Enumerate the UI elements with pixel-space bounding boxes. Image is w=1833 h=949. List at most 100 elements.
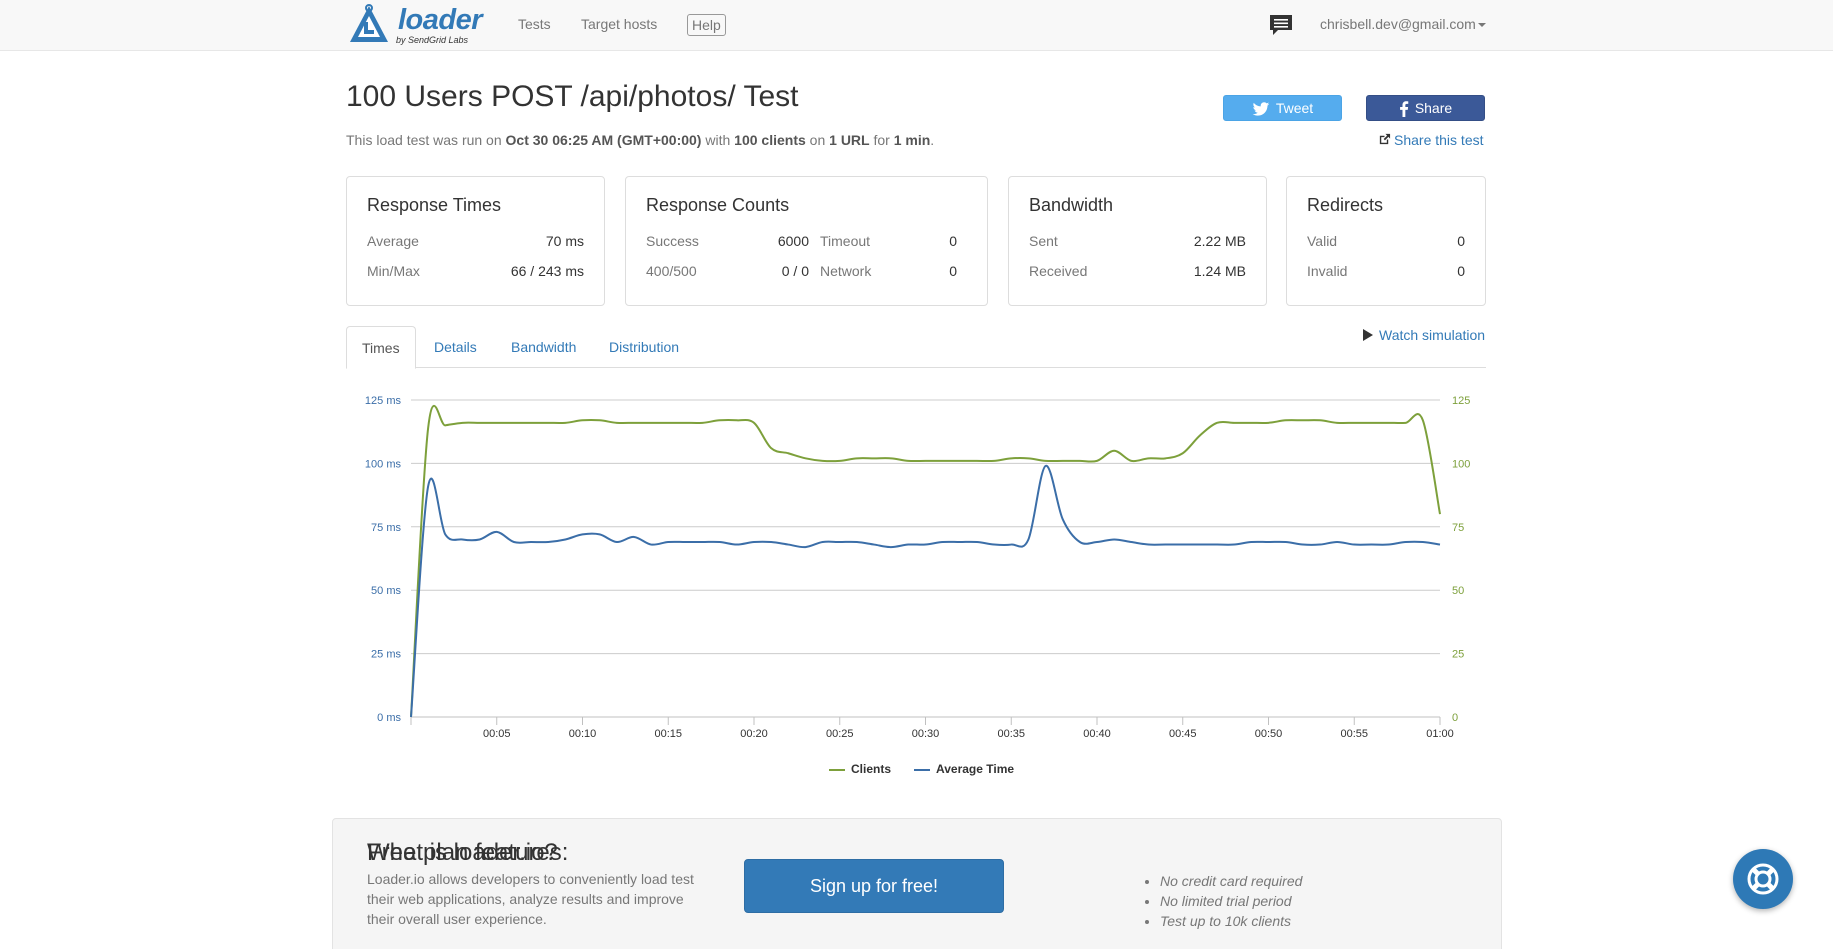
loader-logo-icon [350,4,388,42]
tweet-button[interactable]: Tweet [1223,95,1342,121]
legend-clients-label: Clients [851,762,892,776]
invalid-value: 0 [1457,263,1465,279]
tab-times[interactable]: Times [346,326,416,369]
user-menu[interactable]: chrisbell.dev@gmail.com [1320,16,1486,32]
tab-details[interactable]: Details [419,326,492,368]
valid-label: Valid [1307,233,1338,249]
run-end: . [930,132,935,148]
series-line-clients [410,404,1441,718]
error-label: 400/500 [646,263,697,279]
chart-tabs: Times Details Bandwidth Distribution [346,326,1486,369]
nav-help[interactable]: Help [687,14,726,36]
share-this-test-link[interactable]: Share this test [1378,132,1484,148]
response-counts-panel: Response Counts Success 6000 Timeout 0 4… [625,176,988,306]
promo-text: Loader.io allows developers to convenien… [367,871,694,927]
average-value: 70 ms [545,233,584,249]
legend-swatch-average-time [914,768,930,771]
y-left-tick-label: 100 ms [365,458,402,470]
x-tick-label: 00:10 [569,728,597,740]
y-left-tick-label: 75 ms [371,522,401,534]
run-for: for [869,132,894,148]
legend-clients[interactable]: Clients [829,762,891,776]
logo-subtitle: by SendGrid Labs [396,35,469,45]
invalid-label: Invalid [1307,263,1348,279]
play-icon [1363,329,1373,342]
minmax-label: Min/Max [367,263,420,279]
run-with: with [701,132,735,148]
run-info: This load test was run on Oct 30 06:25 A… [346,132,934,148]
y-right-tick-label: 50 [1452,585,1464,597]
error-value: 0 / 0 [781,263,809,279]
network-label: Network [820,263,872,279]
y-left-tick-label: 125 ms [365,395,402,407]
watch-simulation-label: Watch simulation [1379,327,1486,343]
x-tick-label: 00:30 [912,728,940,740]
x-tick-label: 00:15 [654,728,682,740]
network-value: 0 [949,263,957,279]
share-label: Share [1414,100,1453,116]
timeout-label: Timeout [820,233,871,249]
run-duration: 1 min [893,132,931,148]
x-tick-label: 00:45 [1169,728,1197,740]
tab-bandwidth[interactable]: Bandwidth [496,326,591,368]
facebook-share-button[interactable]: Share [1366,95,1485,121]
watch-simulation-link[interactable]: Watch simulation [1363,327,1485,343]
facebook-icon [1399,101,1409,118]
legend-swatch-clients [829,768,845,771]
average-label: Average [367,233,419,249]
y-left-tick-label: 0 ms [377,712,401,724]
run-clients: 100 clients [734,132,806,148]
y-right-tick-label: 100 [1452,458,1470,470]
features-title: Free plan features: [367,839,569,866]
chat-icon[interactable] [1268,14,1294,36]
legend-average-time-label: Average Time [936,762,1015,776]
run-urls: 1 URL [829,132,870,148]
signup-button[interactable]: Sign up for free! [744,859,1004,913]
y-right-tick-label: 0 [1452,712,1458,724]
success-value: 6000 [777,233,809,249]
run-prefix: This load test was run on [346,132,506,148]
external-link-icon [1379,133,1391,145]
legend-average-time[interactable]: Average Time [914,762,1014,776]
tweet-label: Tweet [1275,100,1314,116]
x-tick-label: 01:00 [1426,728,1454,740]
redirects-panel: Redirects Valid 0 Invalid 0 [1286,176,1486,306]
nav-tests[interactable]: Tests [518,16,551,32]
feature-item: No credit card required [1160,871,1302,891]
sent-label: Sent [1029,233,1058,249]
x-tick-label: 00:40 [1083,728,1111,740]
run-on: on [805,132,830,148]
page-title: 100 Users POST /api/photos/ Test [346,80,799,113]
twitter-icon [1252,102,1270,116]
success-label: Success [646,233,699,249]
bandwidth-panel: Bandwidth Sent 2.22 MB Received 1.24 MB [1008,176,1267,306]
timeout-value: 0 [949,233,957,249]
received-value: 1.24 MB [1193,263,1246,279]
promo-panel: What is loader.io? Loader.io allows deve… [332,818,1502,949]
features-list: No credit card required No limited trial… [1160,871,1302,931]
lifebuoy-icon [1747,863,1779,895]
nav-target-hosts[interactable]: Target hosts [581,16,657,32]
user-email: chrisbell.dev@gmail.com [1320,16,1476,32]
x-tick-label: 00:05 [483,728,511,740]
response-times-panel: Response Times Average 70 ms Min/Max 66 … [346,176,605,306]
help-button[interactable] [1733,849,1793,909]
received-label: Received [1029,263,1088,279]
panel-title: Response Times [367,195,502,215]
logo[interactable]: loader by SendGrid Labs [346,2,486,48]
x-tick-label: 00:20 [740,728,768,740]
feature-item: Test up to 10k clients [1160,911,1302,931]
feature-item: No limited trial period [1160,891,1302,911]
panel-title: Response Counts [646,195,790,215]
y-left-tick-label: 25 ms [371,649,401,661]
tab-distribution[interactable]: Distribution [594,326,694,368]
panel-title: Redirects [1307,195,1384,215]
x-tick-label: 00:50 [1255,728,1283,740]
sent-value: 2.22 MB [1193,233,1246,249]
x-tick-label: 00:35 [997,728,1025,740]
share-this-test-label: Share this test [1394,132,1484,148]
x-tick-label: 00:25 [826,728,854,740]
response-time-chart: 0 ms 0 25 ms 25 50 ms 50 75 ms 75 100 ms 100 125 m… [365,395,1470,740]
navbar: loader by SendGrid Labs Tests Target hos… [0,0,1833,51]
y-right-tick-label: 25 [1452,649,1464,661]
